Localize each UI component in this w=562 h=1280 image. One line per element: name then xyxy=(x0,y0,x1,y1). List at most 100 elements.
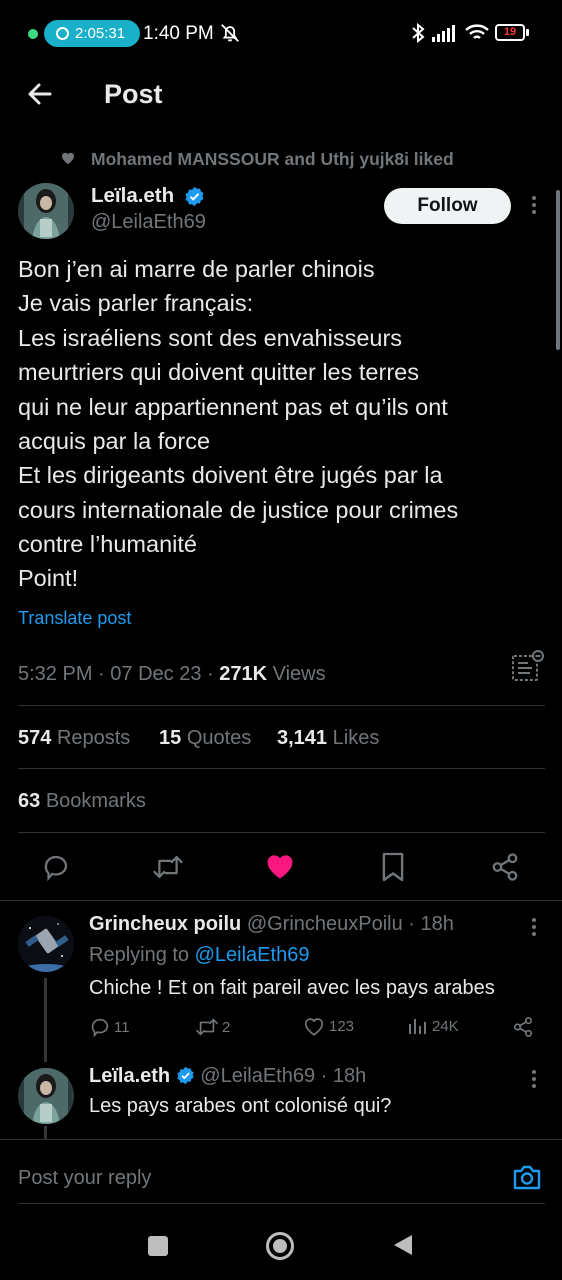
thread-line xyxy=(44,1126,47,1140)
tweet-text-line: Je vais parler français: xyxy=(18,290,254,316)
reply-text: Chiche ! Et on fait pareil avec les pays… xyxy=(89,977,495,999)
divider xyxy=(18,1203,545,1204)
reply-text: Les pays arabes ont colonisé qui? xyxy=(89,1095,392,1117)
divider xyxy=(18,705,545,706)
quotes-stat[interactable]: 15 Quotes xyxy=(159,727,251,750)
battery-icon: 19 xyxy=(495,24,525,41)
verified-badge-icon xyxy=(184,186,205,207)
views-label: Views xyxy=(272,663,326,685)
like-count: 123 xyxy=(329,1018,355,1035)
replying-to-label: Replying to xyxy=(89,944,190,966)
reply-composer: Post your reply xyxy=(0,1139,562,1215)
reply-icon[interactable] xyxy=(41,852,71,882)
screen-record-timer[interactable]: 2:05:31 xyxy=(44,20,140,47)
back-nav-icon[interactable] xyxy=(392,1233,414,1257)
reply-more-options-icon[interactable] xyxy=(524,1068,544,1092)
reply-header: Grincheux poilu @GrincheuxPoilu · 18h xyxy=(89,913,454,935)
tweet-date: 07 Dec 23 xyxy=(110,663,202,685)
tweet-text-line: Bon j’en ai marre de parler chinois xyxy=(18,256,375,282)
reply-action-like[interactable]: 123 xyxy=(303,1016,354,1037)
tweet-text-line: Point! xyxy=(18,565,79,591)
tweet-time: 5:32 PM xyxy=(18,663,93,685)
divider xyxy=(0,900,562,901)
author-handle[interactable]: @LeilaEth69 xyxy=(91,211,206,234)
back-arrow-icon[interactable] xyxy=(26,80,54,108)
quotes-count: 15 xyxy=(159,727,182,749)
reply-action-reply[interactable]: 11 xyxy=(89,1016,130,1038)
quotes-label: Quotes xyxy=(186,727,252,749)
reply-avatar[interactable] xyxy=(18,1068,74,1124)
page-title: Post xyxy=(104,79,163,109)
views-count: 24K xyxy=(432,1017,459,1035)
camera-icon[interactable] xyxy=(512,1163,542,1191)
social-context-text[interactable]: Mohamed MANSSOUR and Uthj yujk8i liked xyxy=(91,149,454,170)
bluetooth-icon xyxy=(410,22,426,44)
signal-icon xyxy=(432,24,458,42)
repost-count: 2 xyxy=(222,1018,231,1036)
record-icon xyxy=(56,27,69,40)
wifi-icon xyxy=(464,23,490,43)
like-icon[interactable] xyxy=(265,852,295,880)
follow-button[interactable]: Follow xyxy=(384,188,511,224)
reply-author-handle[interactable]: @LeilaEth69 xyxy=(200,1065,315,1087)
tweet-text-line: Les israéliens sont des envahisseurs xyxy=(18,325,403,351)
bookmarks-count: 63 xyxy=(18,790,41,812)
reply-author-name[interactable]: Grincheux poilu xyxy=(89,913,241,935)
reply-author-name[interactable]: Leïla.eth xyxy=(89,1065,170,1087)
bookmarks-label: Bookmarks xyxy=(45,790,146,812)
reposts-count: 574 xyxy=(18,727,52,749)
battery-tip xyxy=(526,29,529,36)
reply-age: 18h xyxy=(420,913,454,935)
reply-count: 11 xyxy=(114,1018,130,1036)
tweet-meta: 5:32 PM · 07 Dec 23 · 271K Views xyxy=(18,663,326,685)
reply-action-repost[interactable]: 2 xyxy=(195,1016,230,1038)
verified-badge-icon xyxy=(176,1066,195,1085)
repost-icon xyxy=(196,1018,218,1036)
reply-avatar[interactable] xyxy=(18,916,74,972)
tweet-text-line: meurtriers qui doivent quitter les terre… xyxy=(18,359,419,385)
reply-more-options-icon[interactable] xyxy=(524,916,544,940)
tweet-text-line: Et les dirigeants doivent être jugés par… xyxy=(18,462,443,488)
replying-to: Replying to @LeilaEth69 xyxy=(89,944,309,967)
reposts-stat[interactable]: 574 Reposts xyxy=(18,727,130,750)
bookmarks-stat[interactable]: 63 Bookmarks xyxy=(18,790,146,813)
likes-count: 3,141 xyxy=(277,727,328,749)
replying-to-handle[interactable]: @LeilaEth69 xyxy=(195,944,310,966)
green-dot-indicator xyxy=(28,29,38,39)
post-analytics-icon[interactable] xyxy=(510,650,546,684)
reply-header: Leïla.eth @LeilaEth69 · 18h xyxy=(89,1065,367,1087)
reply-input[interactable]: Post your reply xyxy=(18,1167,151,1190)
clock: 1:40 PM xyxy=(143,23,214,44)
reposts-label: Reposts xyxy=(56,727,131,749)
divider xyxy=(18,832,545,833)
views-count: 271K xyxy=(219,663,268,685)
views-icon xyxy=(409,1019,426,1034)
likes-label: Likes xyxy=(332,727,380,749)
heart-small-icon xyxy=(60,150,76,165)
heart-icon xyxy=(304,1018,324,1036)
scrollbar-thumb[interactable] xyxy=(556,190,560,350)
divider xyxy=(18,768,545,769)
bookmark-icon[interactable] xyxy=(380,851,406,883)
repost-icon[interactable] xyxy=(152,852,184,882)
likes-stat[interactable]: 3,141 Likes xyxy=(277,727,379,750)
bell-off-icon xyxy=(219,22,241,44)
reply-age: 18h xyxy=(332,1065,367,1087)
thread-line xyxy=(44,978,47,1062)
reply-share-icon[interactable] xyxy=(512,1016,534,1038)
more-options-icon[interactable] xyxy=(524,194,544,218)
battery-level: 19 xyxy=(503,26,517,38)
reply-action-views[interactable]: 24K xyxy=(408,1016,459,1036)
home-icon[interactable] xyxy=(266,1232,294,1260)
reply-icon xyxy=(91,1018,109,1038)
status-bar: 2:05:31 1:40 PM 19 xyxy=(0,0,562,66)
tweet-text-line: contre l’humanité xyxy=(18,531,197,557)
tweet-text-line: cours internationale de justice pour cri… xyxy=(18,497,459,523)
tweet-text-line: acquis par la force xyxy=(18,428,211,454)
author-name[interactable]: Leïla.eth xyxy=(91,184,174,208)
share-icon[interactable] xyxy=(490,852,520,882)
recent-apps-icon[interactable] xyxy=(148,1236,168,1256)
reply-author-handle[interactable]: @GrincheuxPoilu xyxy=(247,913,403,935)
translate-post-link[interactable]: Translate post xyxy=(18,608,131,629)
author-avatar[interactable] xyxy=(18,183,74,239)
